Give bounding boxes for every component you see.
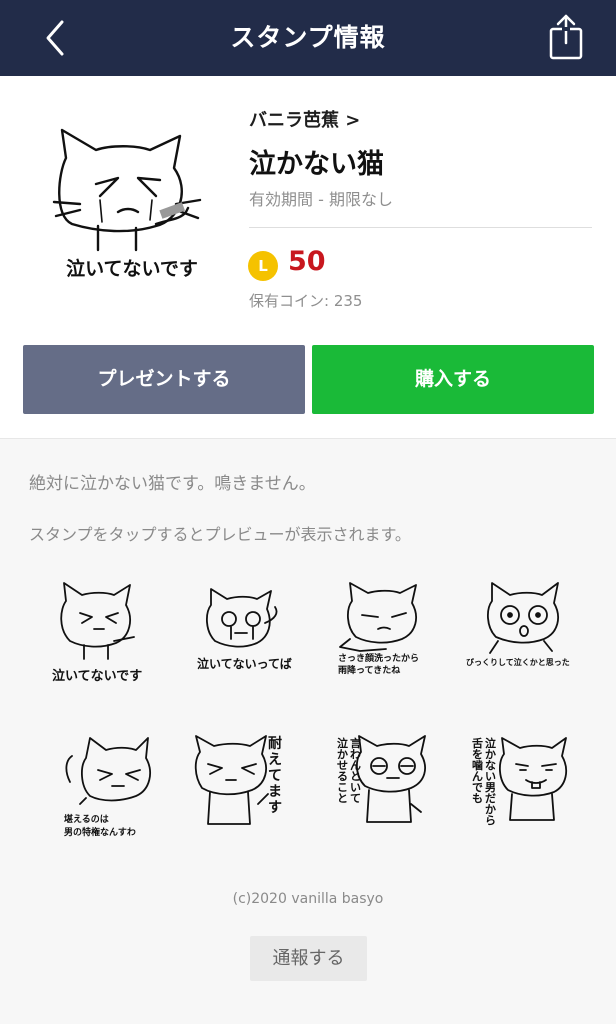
cat-sticker-image bbox=[339, 582, 417, 652]
sticker-details: 絶対に泣かない猫です。鳴きません。 スタンプをタップするとプレビューが表示されま… bbox=[0, 438, 616, 1024]
cat-sticker-image bbox=[487, 582, 559, 654]
present-button[interactable]: プレゼントする bbox=[23, 345, 305, 414]
product-header: 泣いてないです バニラ芭蕉 > 泣かない猫 有効期間 - 期限なし L 50 保… bbox=[0, 76, 616, 438]
sticker-title: 泣かない猫 bbox=[249, 149, 384, 180]
sticker-8[interactable]: 舌を噛んでも 泣かない男だから bbox=[462, 734, 602, 854]
sticker-caption-col-1: 泣かせること bbox=[337, 737, 348, 805]
main-sticker-caption: 泣いてないです bbox=[66, 258, 198, 280]
sticker-6[interactable]: 耐えてます bbox=[188, 734, 328, 854]
sticker-2[interactable]: 泣いてないってば bbox=[175, 579, 315, 699]
validity-period: 有効期間 - 期限なし bbox=[249, 190, 393, 209]
divider bbox=[249, 227, 592, 228]
report-button[interactable]: 通報する bbox=[250, 936, 367, 981]
sticker-caption: 泣いてないってば bbox=[197, 657, 292, 671]
sticker-caption-vertical: 耐えてます bbox=[268, 736, 282, 816]
sticker-caption-line-1: 堪えるのは bbox=[64, 815, 109, 825]
sticker-caption: 泣いてないです bbox=[52, 669, 143, 684]
description: 絶対に泣かない猫です。鳴きません。 bbox=[29, 474, 316, 494]
share-button[interactable] bbox=[544, 12, 588, 62]
page-title: スタンプ情報 bbox=[230, 23, 386, 52]
cat-sticker-image bbox=[499, 737, 568, 821]
sticker-grid: 泣いてないです 泣いてないってば さっき顔洗ったから 雨降ってきたね びっくりし… bbox=[20, 579, 596, 839]
sticker-1[interactable]: 泣いてないです bbox=[30, 579, 170, 699]
coin-icon: L bbox=[248, 251, 278, 281]
owned-coins: 保有コイン: 235 bbox=[249, 292, 363, 310]
buy-button[interactable]: 購入する bbox=[312, 345, 594, 414]
sticker-7[interactable]: 泣かせること 言わんといて bbox=[325, 734, 465, 854]
author-link[interactable]: バニラ芭蕉 > bbox=[249, 106, 360, 132]
cat-sticker-image bbox=[194, 735, 269, 825]
cat-sticker-image bbox=[206, 588, 278, 648]
sticker-caption-col-2: 泣かない男だから bbox=[485, 737, 496, 827]
copyright: (c)2020 vanilla basyo bbox=[232, 891, 384, 907]
preview-hint: スタンプをタップするとプレビューが表示されます。 bbox=[29, 525, 411, 544]
sticker-caption-col-2: 言わんといて bbox=[350, 737, 361, 805]
nav-bar: スタンプ情報 bbox=[0, 0, 616, 76]
sticker-caption-line-2: 男の特権なんすわ bbox=[64, 828, 136, 838]
sticker-4[interactable]: びっくりして泣くかと思った bbox=[460, 579, 600, 699]
sticker-caption-line-2: 雨降ってきたね bbox=[338, 666, 401, 676]
sticker-3[interactable]: さっき顔洗ったから 雨降ってきたね bbox=[320, 579, 460, 699]
sticker-caption: びっくりして泣くかと思った bbox=[466, 657, 570, 667]
share-icon bbox=[549, 14, 583, 60]
sticker-5[interactable]: 堪えるのは 男の特権なんすわ bbox=[50, 734, 190, 854]
price: 50 bbox=[288, 246, 326, 277]
sticker-caption-col-1: 舌を噛んでも bbox=[472, 737, 483, 805]
